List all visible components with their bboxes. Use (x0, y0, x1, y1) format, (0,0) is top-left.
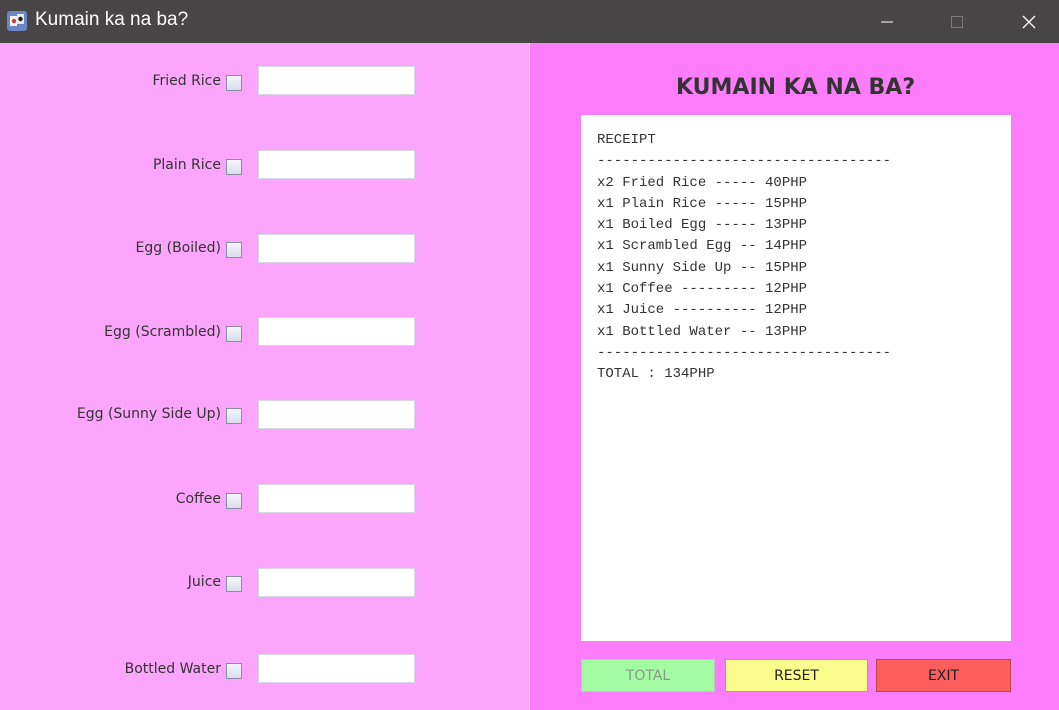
receipt-separator: ----------------------------------- (597, 344, 892, 361)
fried-rice-label: Fried Rice (152, 73, 221, 89)
bottled-water-checkbox[interactable] (226, 663, 242, 679)
order-panel (0, 43, 529, 710)
title-bar: Kumain ka na ba? (0, 0, 1059, 43)
bottled-water-label: Bottled Water (124, 661, 221, 677)
fried-rice-quantity-input[interactable] (258, 66, 415, 95)
minimize-button[interactable] (864, 0, 910, 43)
minimize-icon (881, 21, 893, 22)
egg-scrambled-quantity-input[interactable] (258, 317, 415, 346)
juice-label: Juice (187, 574, 221, 590)
coffee-label: Coffee (175, 491, 221, 507)
receipt-title-line: RECEIPT (597, 132, 656, 148)
egg-sunny-side-up-checkbox[interactable] (226, 408, 242, 424)
bottled-water-quantity-input[interactable] (258, 654, 415, 683)
receipt-item-line: x1 Coffee --------- 12PHP (597, 281, 808, 298)
receipt-total-line: TOTAL : 134PHP (597, 366, 715, 383)
egg-boiled-checkbox[interactable] (226, 242, 242, 258)
window-title: Kumain ka na ba? (35, 9, 189, 30)
egg-scrambled-label: Egg (Scrambled) (104, 324, 221, 340)
fried-rice-checkbox[interactable] (226, 75, 242, 91)
receipt-textarea[interactable]: RECEIPT --------------------------------… (581, 115, 1011, 641)
egg-scrambled-checkbox[interactable] (226, 326, 242, 342)
app-icon (7, 11, 27, 31)
app-heading: KUMAIN KA NA BA? (676, 75, 916, 100)
close-icon (1022, 15, 1036, 28)
egg-sunny-side-up-quantity-input[interactable] (258, 400, 415, 429)
maximize-button[interactable] (934, 0, 980, 43)
coffee-checkbox[interactable] (226, 493, 242, 509)
plain-rice-label: Plain Rice (152, 157, 221, 173)
receipt-item-line: x2 Fried Rice ----- 40PHP (597, 174, 808, 191)
receipt-item-line: x1 Sunny Side Up -- 15PHP (597, 259, 808, 276)
egg-sunny-side-up-label: Egg (Sunny Side Up) (76, 406, 221, 422)
maximize-icon (951, 15, 963, 28)
juice-quantity-input[interactable] (258, 568, 415, 597)
receipt-item-line: x1 Bottled Water -- 13PHP (597, 323, 808, 340)
reset-button[interactable]: RESET (725, 659, 868, 692)
egg-boiled-label: Egg (Boiled) (135, 240, 221, 256)
egg-boiled-quantity-input[interactable] (258, 234, 415, 263)
exit-button[interactable]: EXIT (876, 659, 1011, 692)
receipt-item-line: x1 Juice ---------- 12PHP (597, 302, 808, 319)
receipt-item-line: x1 Boiled Egg ----- 13PHP (597, 217, 808, 234)
plain-rice-quantity-input[interactable] (258, 150, 415, 179)
plain-rice-checkbox[interactable] (226, 159, 242, 175)
coffee-quantity-input[interactable] (258, 484, 415, 513)
juice-checkbox[interactable] (226, 576, 242, 592)
receipt-separator: ----------------------------------- (597, 153, 892, 170)
total-button[interactable]: TOTAL (581, 659, 715, 692)
receipt-item-line: x1 Scrambled Egg -- 14PHP (597, 238, 808, 255)
receipt-item-line: x1 Plain Rice ----- 15PHP (597, 195, 808, 212)
close-button[interactable] (1006, 0, 1052, 43)
